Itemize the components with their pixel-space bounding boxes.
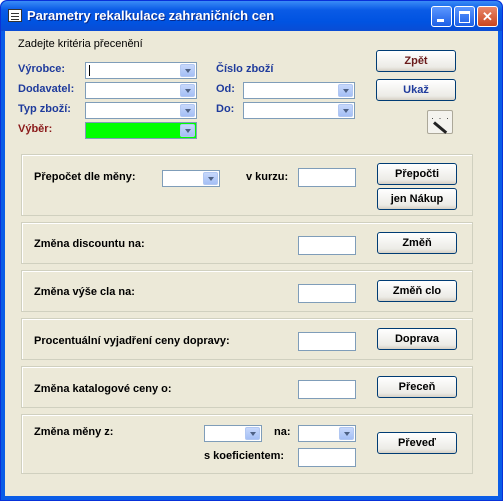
clo-panel: Změna výše cla na: Změň clo	[21, 270, 473, 312]
do-combo[interactable]	[243, 102, 355, 119]
cislo-zbozi-label: Číslo zboží	[216, 63, 274, 75]
preved-button[interactable]: Převeď	[377, 432, 457, 454]
title-bar[interactable]: Parametry rekalkulace zahraničních cen ✕	[1, 1, 502, 31]
doprava-input[interactable]	[298, 332, 356, 351]
chevron-down-icon[interactable]	[180, 124, 195, 137]
maximize-icon	[455, 7, 474, 26]
prepocet-panel: Přepočet dle měny: v kurzu: Přepočti jen…	[21, 154, 473, 216]
mena-panel: Změna měny z: na: Převeď s koeficientem:	[21, 414, 473, 474]
prepocet-label: Přepočet dle měny:	[34, 171, 136, 183]
form-icon[interactable]	[8, 9, 22, 22]
kurz-input[interactable]	[298, 168, 356, 187]
typ-zbozi-label: Typ zboží:	[18, 103, 71, 115]
chevron-down-icon[interactable]	[339, 427, 354, 440]
chevron-down-icon[interactable]	[180, 104, 195, 117]
mena-z-label: Změna měny z:	[34, 426, 114, 438]
dodavatel-combo[interactable]	[85, 82, 197, 99]
koeficient-label: s koeficientem:	[204, 450, 285, 462]
text-caret	[89, 65, 90, 76]
zmen-clo-button[interactable]: Změň clo	[377, 280, 457, 302]
katalog-label: Změna katalogové ceny o:	[34, 383, 172, 395]
window: Parametry rekalkulace zahraničních cen ✕…	[0, 0, 503, 501]
discount-label: Změna discountu na:	[34, 238, 145, 250]
mena-z-combo[interactable]	[204, 425, 262, 442]
precen-button[interactable]: Přeceň	[377, 376, 457, 398]
chevron-down-icon[interactable]	[180, 84, 195, 97]
chevron-down-icon[interactable]	[203, 172, 218, 185]
do-label: Do:	[216, 103, 235, 115]
katalog-panel: Změna katalogové ceny o: Přeceň	[21, 366, 473, 408]
close-button[interactable]: ✕	[477, 6, 498, 27]
prepocet-mena-combo[interactable]	[162, 170, 220, 187]
jen-nakup-button[interactable]: jen Nákup	[377, 188, 457, 210]
od-combo[interactable]	[243, 82, 355, 99]
form-body: Zadejte kritéria přecenění Výrobce: Doda…	[5, 31, 498, 496]
dodavatel-label: Dodavatel:	[18, 83, 75, 95]
maximize-button[interactable]	[454, 6, 475, 27]
mena-na-combo[interactable]	[298, 425, 356, 442]
vyrobce-label: Výrobce:	[18, 63, 66, 75]
v-kurzu-label: v kurzu:	[246, 171, 289, 183]
katalog-input[interactable]	[298, 380, 356, 399]
vyber-combo[interactable]	[85, 122, 197, 139]
vyrobce-combo[interactable]	[85, 62, 197, 79]
zmen-button[interactable]: Změň	[377, 232, 457, 254]
typ-zbozi-combo[interactable]	[85, 102, 197, 119]
clo-label: Změna výše cla na:	[34, 286, 135, 298]
clo-input[interactable]	[298, 284, 356, 303]
discount-input[interactable]	[298, 236, 356, 255]
zpet-button[interactable]: Zpět	[376, 50, 456, 72]
doprava-panel: Procentuální vyjadření ceny dopravy: Dop…	[21, 318, 473, 360]
magic-wand-icon[interactable]	[427, 110, 453, 134]
doprava-button[interactable]: Doprava	[377, 328, 457, 350]
doprava-label: Procentuální vyjadření ceny dopravy:	[34, 335, 230, 347]
chevron-down-icon[interactable]	[338, 84, 353, 97]
ukaz-button[interactable]: Ukaž	[376, 79, 456, 101]
od-label: Od:	[216, 83, 235, 95]
window-title: Parametry rekalkulace zahraničních cen	[27, 8, 275, 23]
close-icon: ✕	[482, 9, 493, 24]
na-label: na:	[274, 426, 291, 438]
prepocti-button[interactable]: Přepočti	[377, 163, 457, 185]
criteria-heading: Zadejte kritéria přecenění	[18, 38, 143, 50]
minimize-icon	[432, 7, 451, 26]
minimize-button[interactable]	[431, 6, 452, 27]
chevron-down-icon[interactable]	[338, 104, 353, 117]
chevron-down-icon[interactable]	[180, 64, 195, 77]
vyber-label: Výběr:	[18, 123, 53, 135]
chevron-down-icon[interactable]	[245, 427, 260, 440]
discount-panel: Změna discountu na: Změň	[21, 222, 473, 264]
koeficient-input[interactable]	[298, 448, 356, 467]
